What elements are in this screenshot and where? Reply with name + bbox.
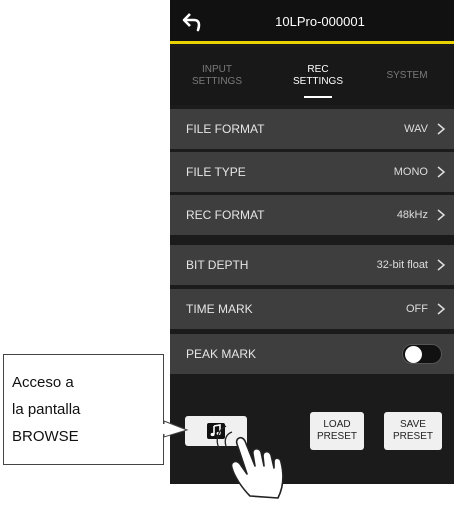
setting-row-bit-depth[interactable]: BIT DEPTH 32-bit float <box>170 245 454 285</box>
device-title: 10LPro-000001 <box>275 14 365 29</box>
setting-value: 48kHz <box>396 209 428 221</box>
back-arrow-icon <box>182 13 201 32</box>
setting-row-file-format[interactable]: FILE FORMAT WAV <box>170 109 454 149</box>
setting-label: TIME MARK <box>186 302 253 316</box>
peak-mark-toggle[interactable] <box>402 344 442 364</box>
chevron-right-icon <box>437 303 446 315</box>
setting-value: 32-bit float <box>376 259 428 271</box>
setting-label: FILE TYPE <box>186 165 246 179</box>
chevron-right-icon <box>437 209 446 221</box>
active-tab-indicator <box>304 96 332 98</box>
tap-hand-icon <box>216 425 284 499</box>
chevron-right-icon <box>437 123 446 135</box>
setting-row-peak-mark: PEAK MARK <box>170 334 454 374</box>
callout-line: BROWSE <box>12 428 79 445</box>
tab-system[interactable]: SYSTEM <box>360 47 454 105</box>
chevron-right-icon <box>437 259 446 271</box>
setting-value: WAV <box>404 123 428 135</box>
settings-tabs: INPUT SETTINGS REC SETTINGS SYSTEM <box>170 47 454 105</box>
setting-label: BIT DEPTH <box>186 258 249 272</box>
setting-label: FILE FORMAT <box>186 122 265 136</box>
tab-input-settings[interactable]: INPUT SETTINGS <box>170 47 264 105</box>
chevron-right-icon <box>437 166 446 178</box>
callout-box: Acceso a la pantalla BROWSE <box>3 354 164 465</box>
back-button[interactable] <box>180 9 206 35</box>
callout-line: Acceso a <box>12 374 74 391</box>
setting-label: PEAK MARK <box>186 347 257 361</box>
callout-line: la pantalla <box>12 401 81 418</box>
setting-label: REC FORMAT <box>186 208 265 222</box>
setting-row-time-mark[interactable]: TIME MARK OFF <box>170 289 454 329</box>
setting-value: MONO <box>393 166 428 178</box>
setting-value: OFF <box>406 303 428 315</box>
title-bar: 10LPro-000001 <box>170 0 454 44</box>
setting-row-file-type[interactable]: FILE TYPE MONO <box>170 152 454 192</box>
save-preset-button[interactable]: SAVE PRESET <box>384 412 442 450</box>
toggle-knob <box>405 346 422 363</box>
setting-row-rec-format[interactable]: REC FORMAT 48kHz <box>170 195 454 235</box>
